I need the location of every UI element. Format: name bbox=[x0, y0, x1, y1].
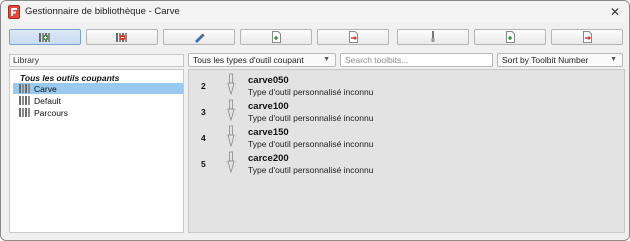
toolbit-type: Type d'outil personnalisé inconnu bbox=[248, 113, 374, 123]
toolbit-export-button[interactable] bbox=[551, 29, 623, 45]
sort-dropdown[interactable]: Sort by Toolbit Number ▼ bbox=[497, 53, 623, 67]
toolbit-icon bbox=[226, 125, 236, 147]
close-button[interactable]: ✕ bbox=[604, 2, 626, 22]
file-import-icon bbox=[271, 31, 281, 43]
toolbit-type: Type d'outil personnalisé inconnu bbox=[248, 87, 374, 97]
chevron-down-icon: ▼ bbox=[323, 56, 330, 63]
library-remove-icon bbox=[116, 32, 127, 42]
toolbit-import-button[interactable] bbox=[474, 29, 546, 45]
tool-type-value: Tous les types d'outil coupant bbox=[193, 55, 304, 65]
library-add-button[interactable] bbox=[9, 29, 81, 45]
library-remove-button[interactable] bbox=[86, 29, 158, 45]
toolbit-name: carce200 bbox=[248, 153, 289, 164]
toolbit-number: 2 bbox=[201, 81, 206, 91]
library-icon bbox=[19, 108, 30, 117]
toolbit-list[interactable]: 2 carve050 Type d'outil personnalisé inc… bbox=[188, 69, 625, 233]
toolbit-row[interactable]: 3 carve100 Type d'outil personnalisé inc… bbox=[189, 99, 624, 123]
library-header: Library bbox=[9, 54, 184, 67]
library-icon bbox=[19, 96, 30, 105]
library-icon bbox=[19, 84, 30, 93]
toolbit-row[interactable]: 2 carve050 Type d'outil personnalisé inc… bbox=[189, 73, 624, 97]
toolbit-row[interactable]: 4 carve150 Type d'outil personnalisé inc… bbox=[189, 125, 624, 149]
library-manager-window: Gestionnaire de bibliothèque - Carve ✕ L… bbox=[0, 0, 630, 241]
toolbit-row[interactable]: 5 carce200 Type d'outil personnalisé inc… bbox=[189, 151, 624, 175]
freecad-app-icon bbox=[8, 5, 20, 19]
toolbit-icon bbox=[226, 73, 236, 95]
toolbar bbox=[1, 23, 629, 49]
toolbit-add-button[interactable] bbox=[397, 29, 469, 45]
tree-root-all-tools[interactable]: Tous les outils coupants bbox=[20, 73, 119, 83]
toolbit-type: Type d'outil personnalisé inconnu bbox=[248, 165, 374, 175]
tree-item-label: Carve bbox=[34, 83, 57, 94]
chevron-down-icon: ▼ bbox=[610, 56, 617, 63]
tree-item-label: Default bbox=[34, 95, 61, 106]
sort-value: Sort by Toolbit Number bbox=[502, 55, 589, 65]
toolbit-number: 3 bbox=[201, 107, 206, 117]
toolbit-number: 4 bbox=[201, 133, 206, 143]
toolbit-icon bbox=[226, 99, 236, 121]
tool-type-dropdown[interactable]: Tous les types d'outil coupant ▼ bbox=[188, 53, 336, 67]
toolbit-icon bbox=[431, 31, 435, 42]
title-bar: Gestionnaire de bibliothèque - Carve ✕ bbox=[1, 1, 629, 23]
toolbit-number: 5 bbox=[201, 159, 206, 169]
pencil-icon bbox=[195, 33, 205, 43]
tree-item-label: Parcours bbox=[34, 107, 69, 118]
tree-item-parcours[interactable]: Parcours bbox=[13, 107, 183, 118]
tool-edit-button[interactable] bbox=[163, 29, 235, 45]
file-export-icon bbox=[348, 31, 358, 43]
toolbit-name: carve100 bbox=[248, 101, 289, 112]
file-import-icon bbox=[505, 31, 515, 43]
tree-item-default[interactable]: Default bbox=[13, 95, 183, 106]
toolbit-name: carve150 bbox=[248, 127, 289, 138]
library-export-button[interactable] bbox=[317, 29, 389, 45]
toolbit-type: Type d'outil personnalisé inconnu bbox=[248, 139, 374, 149]
library-tree[interactable]: Tous les outils coupants Carve Default P… bbox=[9, 69, 184, 233]
library-add-icon bbox=[39, 32, 50, 42]
toolbit-icon bbox=[226, 151, 236, 173]
toolbit-name: carve050 bbox=[248, 75, 289, 86]
close-icon: ✕ bbox=[609, 5, 621, 19]
window-title: Gestionnaire de bibliothèque - Carve bbox=[25, 6, 180, 17]
search-input[interactable] bbox=[340, 53, 493, 67]
file-export-icon bbox=[582, 31, 592, 43]
tree-item-carve[interactable]: Carve bbox=[13, 83, 183, 94]
library-import-button[interactable] bbox=[240, 29, 312, 45]
